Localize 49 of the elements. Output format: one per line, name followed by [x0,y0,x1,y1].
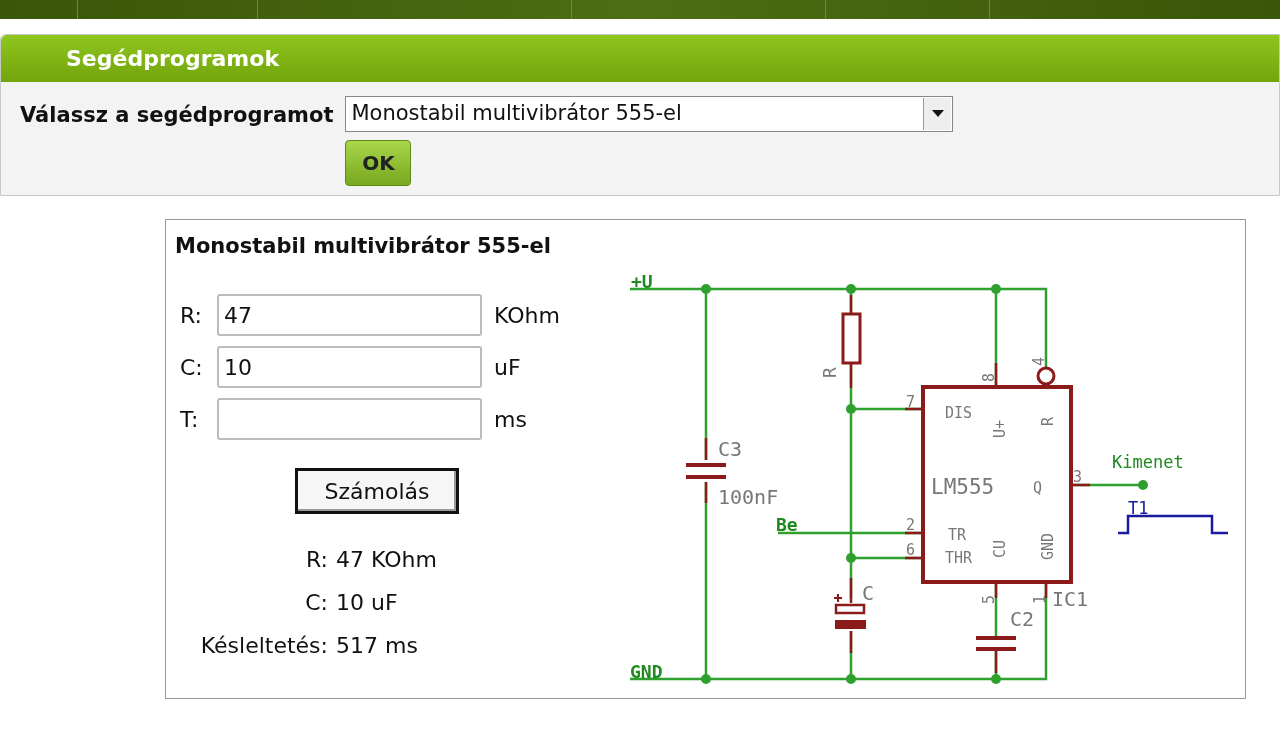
unit-label: ms [494,405,527,434]
schematic-label: 100nF [718,485,779,509]
schematic-label: IC1 [1052,587,1089,611]
schematic-label: Q [1033,479,1043,497]
schematic-label: T1 [1128,498,1149,518]
result-value: 517 ms [336,632,419,660]
result-value: 10 uF [336,589,399,617]
schematic-label: U+ [991,419,1009,438]
schematic-label: 3 [1073,468,1083,486]
schematic-label: 1 [1031,594,1049,604]
schematic-label: C [862,581,875,605]
schematic-label: GND [630,661,663,682]
result-label: C: [304,589,328,617]
schematic-label: GND [1039,532,1057,560]
schematic-label: TR [948,526,967,544]
schematic-label: LM555 [931,475,995,499]
schematic-label: C3 [718,437,743,461]
panel-title: Segédprogramok [66,45,279,73]
field-label: T: [180,405,200,434]
schematic-label: 2 [906,516,916,534]
schematic-label: 4 [1030,356,1048,366]
schematic-label: C2 [1010,607,1035,631]
input-field[interactable] [217,398,482,440]
schematic-label: +U [631,271,653,292]
schematic-label: 5 [980,594,998,604]
ok-button[interactable]: OK [345,140,412,186]
schematic-label: 7 [906,393,916,411]
schematic-label: Be [776,514,798,535]
input-field[interactable]: 10 [217,346,482,388]
program-select[interactable]: Monostabil multivibrátor 555-el [345,96,954,132]
schematic-label: R [819,367,840,378]
schematic-label: 8 [980,372,998,382]
input-field[interactable]: 47 [217,294,482,336]
result-label: Késleltetés: [199,632,328,660]
calculator-title: Monostabil multivibrátor 555-el [174,233,552,260]
schematic-label: DIS [945,404,973,422]
field-label: C: [180,353,204,382]
schematic-label: R [1039,416,1057,426]
result-label: R: [304,546,328,574]
select-label: Válassz a segédprogramot [20,102,334,129]
unit-label: uF [494,353,521,382]
schematic-label: 6 [906,541,916,559]
calculate-button[interactable]: Számolás [295,468,459,514]
schematic-label: CU [991,539,1009,558]
schematic-label: Kimenet [1112,452,1184,472]
result-value: 47 KOhm [336,546,438,574]
field-label: R: [180,301,204,330]
unit-label: KOhm [494,301,560,330]
schematic-label: THR [945,549,973,567]
